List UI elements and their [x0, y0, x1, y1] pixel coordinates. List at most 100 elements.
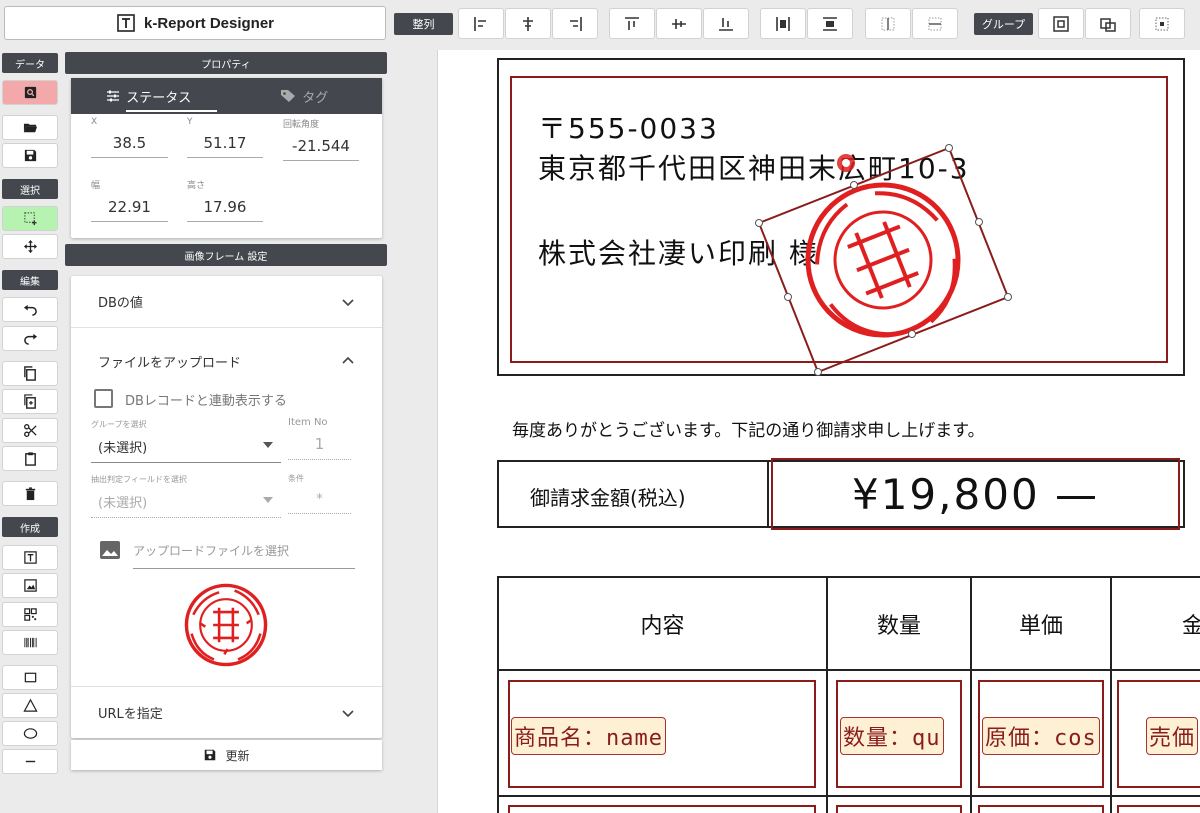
total-divider — [767, 460, 769, 528]
add-triangle-button[interactable] — [2, 693, 58, 718]
y-value[interactable]: 51.17 — [187, 131, 263, 158]
height-label: 高さ — [187, 181, 206, 191]
add-qrcode-button[interactable] — [2, 602, 58, 627]
undo-button[interactable] — [2, 297, 58, 322]
align-middle-button[interactable] — [656, 8, 702, 39]
item-no-value[interactable]: 1 — [288, 435, 351, 460]
select-tool-button[interactable] — [2, 206, 58, 231]
resize-handle[interactable] — [784, 293, 792, 301]
x-field[interactable]: X 38.5 — [91, 117, 168, 158]
resize-handle[interactable] — [850, 181, 858, 189]
add-text-button[interactable] — [2, 545, 58, 570]
edit-section-label: 編集 — [2, 270, 58, 290]
distribute-vertical-icon — [823, 16, 837, 31]
condition-value[interactable]: * — [288, 492, 351, 514]
x-value[interactable]: 38.5 — [91, 131, 168, 158]
distribute-vertical-button[interactable] — [807, 8, 853, 39]
add-line-button[interactable] — [2, 749, 58, 774]
file-select-input[interactable]: アップロードファイルを選択 — [133, 542, 355, 569]
field-chip-quantity[interactable]: 数量：qu — [840, 717, 944, 755]
width-field[interactable]: 幅 22.91 — [91, 178, 168, 222]
y-field[interactable]: Y 51.17 — [187, 117, 263, 158]
align-top-button[interactable] — [609, 8, 655, 39]
ellipse-icon — [23, 728, 37, 739]
resize-handle[interactable] — [814, 368, 822, 376]
field-frame[interactable] — [836, 805, 962, 813]
tab-status[interactable]: ステータス — [71, 78, 227, 114]
total-label[interactable]: 御請求金額(税込) — [530, 482, 686, 511]
url-accordion[interactable]: URLを指定 — [71, 686, 382, 738]
column-header[interactable]: 単価 — [970, 576, 1112, 671]
align-bottom-button[interactable] — [703, 8, 749, 39]
selected-stamp-image[interactable] — [740, 140, 1030, 390]
total-amount[interactable]: ¥19,800 — — [771, 458, 1180, 530]
align-center-h-button[interactable] — [505, 8, 551, 39]
align-middle-icon — [672, 18, 686, 29]
align-left-icon — [474, 16, 486, 31]
postal-code-text[interactable]: 〒555-0033 — [538, 107, 719, 147]
rectangle-icon — [24, 672, 36, 683]
resize-handle[interactable] — [908, 330, 916, 338]
copy-button[interactable] — [2, 361, 58, 386]
x-label: X — [91, 117, 98, 127]
resize-handle[interactable] — [1004, 293, 1012, 301]
column-header[interactable]: 内容 — [497, 576, 828, 671]
grid-rows-button[interactable] — [912, 8, 958, 39]
paste-button[interactable] — [2, 446, 58, 471]
distribute-horizontal-button[interactable] — [760, 8, 806, 39]
grid-columns-button[interactable] — [865, 8, 911, 39]
move-tool-button[interactable] — [2, 234, 58, 259]
column-header[interactable]: 金 — [1110, 576, 1200, 671]
rotation-label: 回転角度 — [283, 120, 320, 130]
image-frame-header: 画像フレーム 設定 — [65, 244, 387, 266]
link-checkbox[interactable] — [94, 389, 113, 408]
column-header[interactable]: 数量 — [826, 576, 972, 671]
text-frame-icon — [23, 551, 37, 564]
open-folder-button[interactable] — [2, 115, 58, 140]
field-chip-name[interactable]: 商品名：name — [511, 717, 666, 755]
db-value-accordion[interactable]: DBの値 — [71, 276, 382, 328]
add-ellipse-button[interactable] — [2, 721, 58, 746]
field-select[interactable]: (未選択) — [91, 492, 281, 518]
chevron-down-icon — [342, 709, 354, 717]
cut-button[interactable] — [2, 418, 58, 443]
greeting-text[interactable]: 毎度ありがとうございます。下記の通り御請求申し上げます。 — [512, 416, 985, 441]
update-button[interactable]: 更新 — [71, 740, 382, 770]
resize-handle[interactable] — [945, 144, 953, 152]
height-value[interactable]: 17.96 — [187, 195, 263, 222]
add-rectangle-button[interactable] — [2, 665, 58, 690]
ungroup-button[interactable] — [1085, 8, 1131, 39]
add-image-button[interactable] — [2, 573, 58, 598]
delete-button[interactable] — [2, 481, 58, 506]
rotation-field[interactable]: 回転角度 -21.544 — [283, 117, 359, 161]
field-frame[interactable] — [1117, 805, 1200, 813]
field-chip-price[interactable]: 売価 — [1146, 717, 1199, 755]
save-button[interactable] — [2, 143, 58, 168]
height-field[interactable]: 高さ 17.96 — [187, 178, 263, 222]
align-left-button[interactable] — [458, 8, 504, 39]
rotation-value[interactable]: -21.544 — [283, 134, 359, 161]
clipboard-icon — [24, 452, 36, 466]
trash-icon — [25, 487, 35, 501]
group-select[interactable]: (未選択) — [91, 437, 281, 463]
field-chip-cost[interactable]: 原価：cos — [982, 717, 1100, 755]
select-all-button[interactable] — [1139, 8, 1185, 39]
field-frame[interactable] — [508, 805, 816, 813]
align-bottom-icon — [719, 17, 733, 31]
group-select-value: (未選択) — [98, 441, 148, 456]
duplicate-button[interactable] — [2, 389, 58, 414]
group-button[interactable] — [1038, 8, 1084, 39]
tab-tag[interactable]: タグ — [227, 78, 383, 114]
chevron-down-icon — [342, 298, 354, 306]
add-barcode-button[interactable] — [2, 630, 58, 655]
field-frame[interactable] — [978, 805, 1104, 813]
resize-handle[interactable] — [975, 218, 983, 226]
preview-button[interactable] — [2, 80, 58, 105]
align-right-button[interactable] — [552, 8, 598, 39]
tag-icon — [281, 90, 296, 102]
width-value[interactable]: 22.91 — [91, 195, 168, 222]
upload-accordion[interactable]: ファイルをアップロード — [71, 338, 382, 384]
redo-button[interactable] — [2, 326, 58, 351]
resize-handle[interactable] — [755, 219, 763, 227]
group-select-label: グループを選択 — [91, 420, 147, 429]
